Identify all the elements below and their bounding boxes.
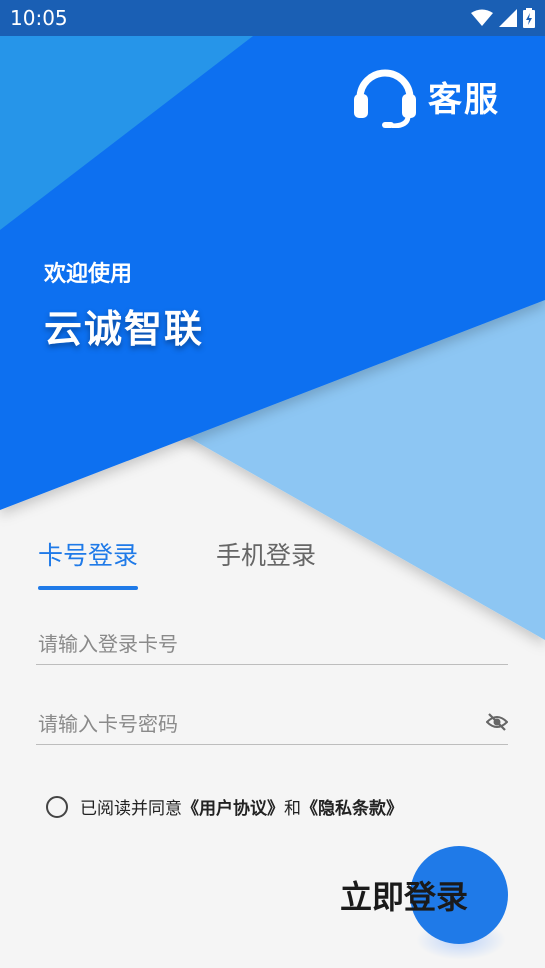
agreement-text: 已阅读并同意《用户协议》和《隐私条款》	[80, 794, 403, 819]
hero-background	[0, 0, 545, 968]
agreement-prefix: 已阅读并同意	[80, 799, 182, 819]
user-agreement-link[interactable]: 《用户协议》	[182, 799, 284, 819]
tab-phone-login[interactable]: 手机登录	[216, 536, 316, 586]
app-title: 云诚智联	[44, 307, 205, 351]
headset-icon	[354, 69, 416, 128]
status-time: 10:05	[10, 6, 68, 30]
welcome-subtitle: 欢迎使用	[44, 262, 133, 287]
tab-card-login[interactable]: 卡号登录	[38, 536, 139, 590]
status-icons	[471, 8, 535, 28]
login-tabs: 卡号登录 手机登录	[38, 536, 316, 590]
card-number-input[interactable]	[36, 624, 510, 664]
agreement-conjunction: 和	[284, 799, 301, 819]
welcome-block: 欢迎使用 云诚智联	[44, 256, 204, 353]
login-button[interactable]: 立即登录	[340, 872, 468, 918]
battery-icon	[523, 8, 535, 28]
privacy-policy-link[interactable]: 《隐私条款》	[301, 799, 403, 819]
agreement-row: 已阅读并同意《用户协议》和《隐私条款》	[46, 794, 403, 819]
card-number-field	[36, 624, 510, 665]
eye-off-icon[interactable]	[486, 712, 508, 732]
wifi-icon	[471, 9, 493, 26]
password-input[interactable]	[36, 704, 478, 744]
customer-service-button[interactable]: 客服	[352, 64, 500, 128]
agree-checkbox[interactable]	[46, 795, 68, 818]
status-bar: 10:05	[0, 0, 545, 36]
customer-service-label: 客服	[428, 79, 500, 120]
password-field	[36, 704, 508, 745]
signal-icon	[499, 9, 517, 27]
